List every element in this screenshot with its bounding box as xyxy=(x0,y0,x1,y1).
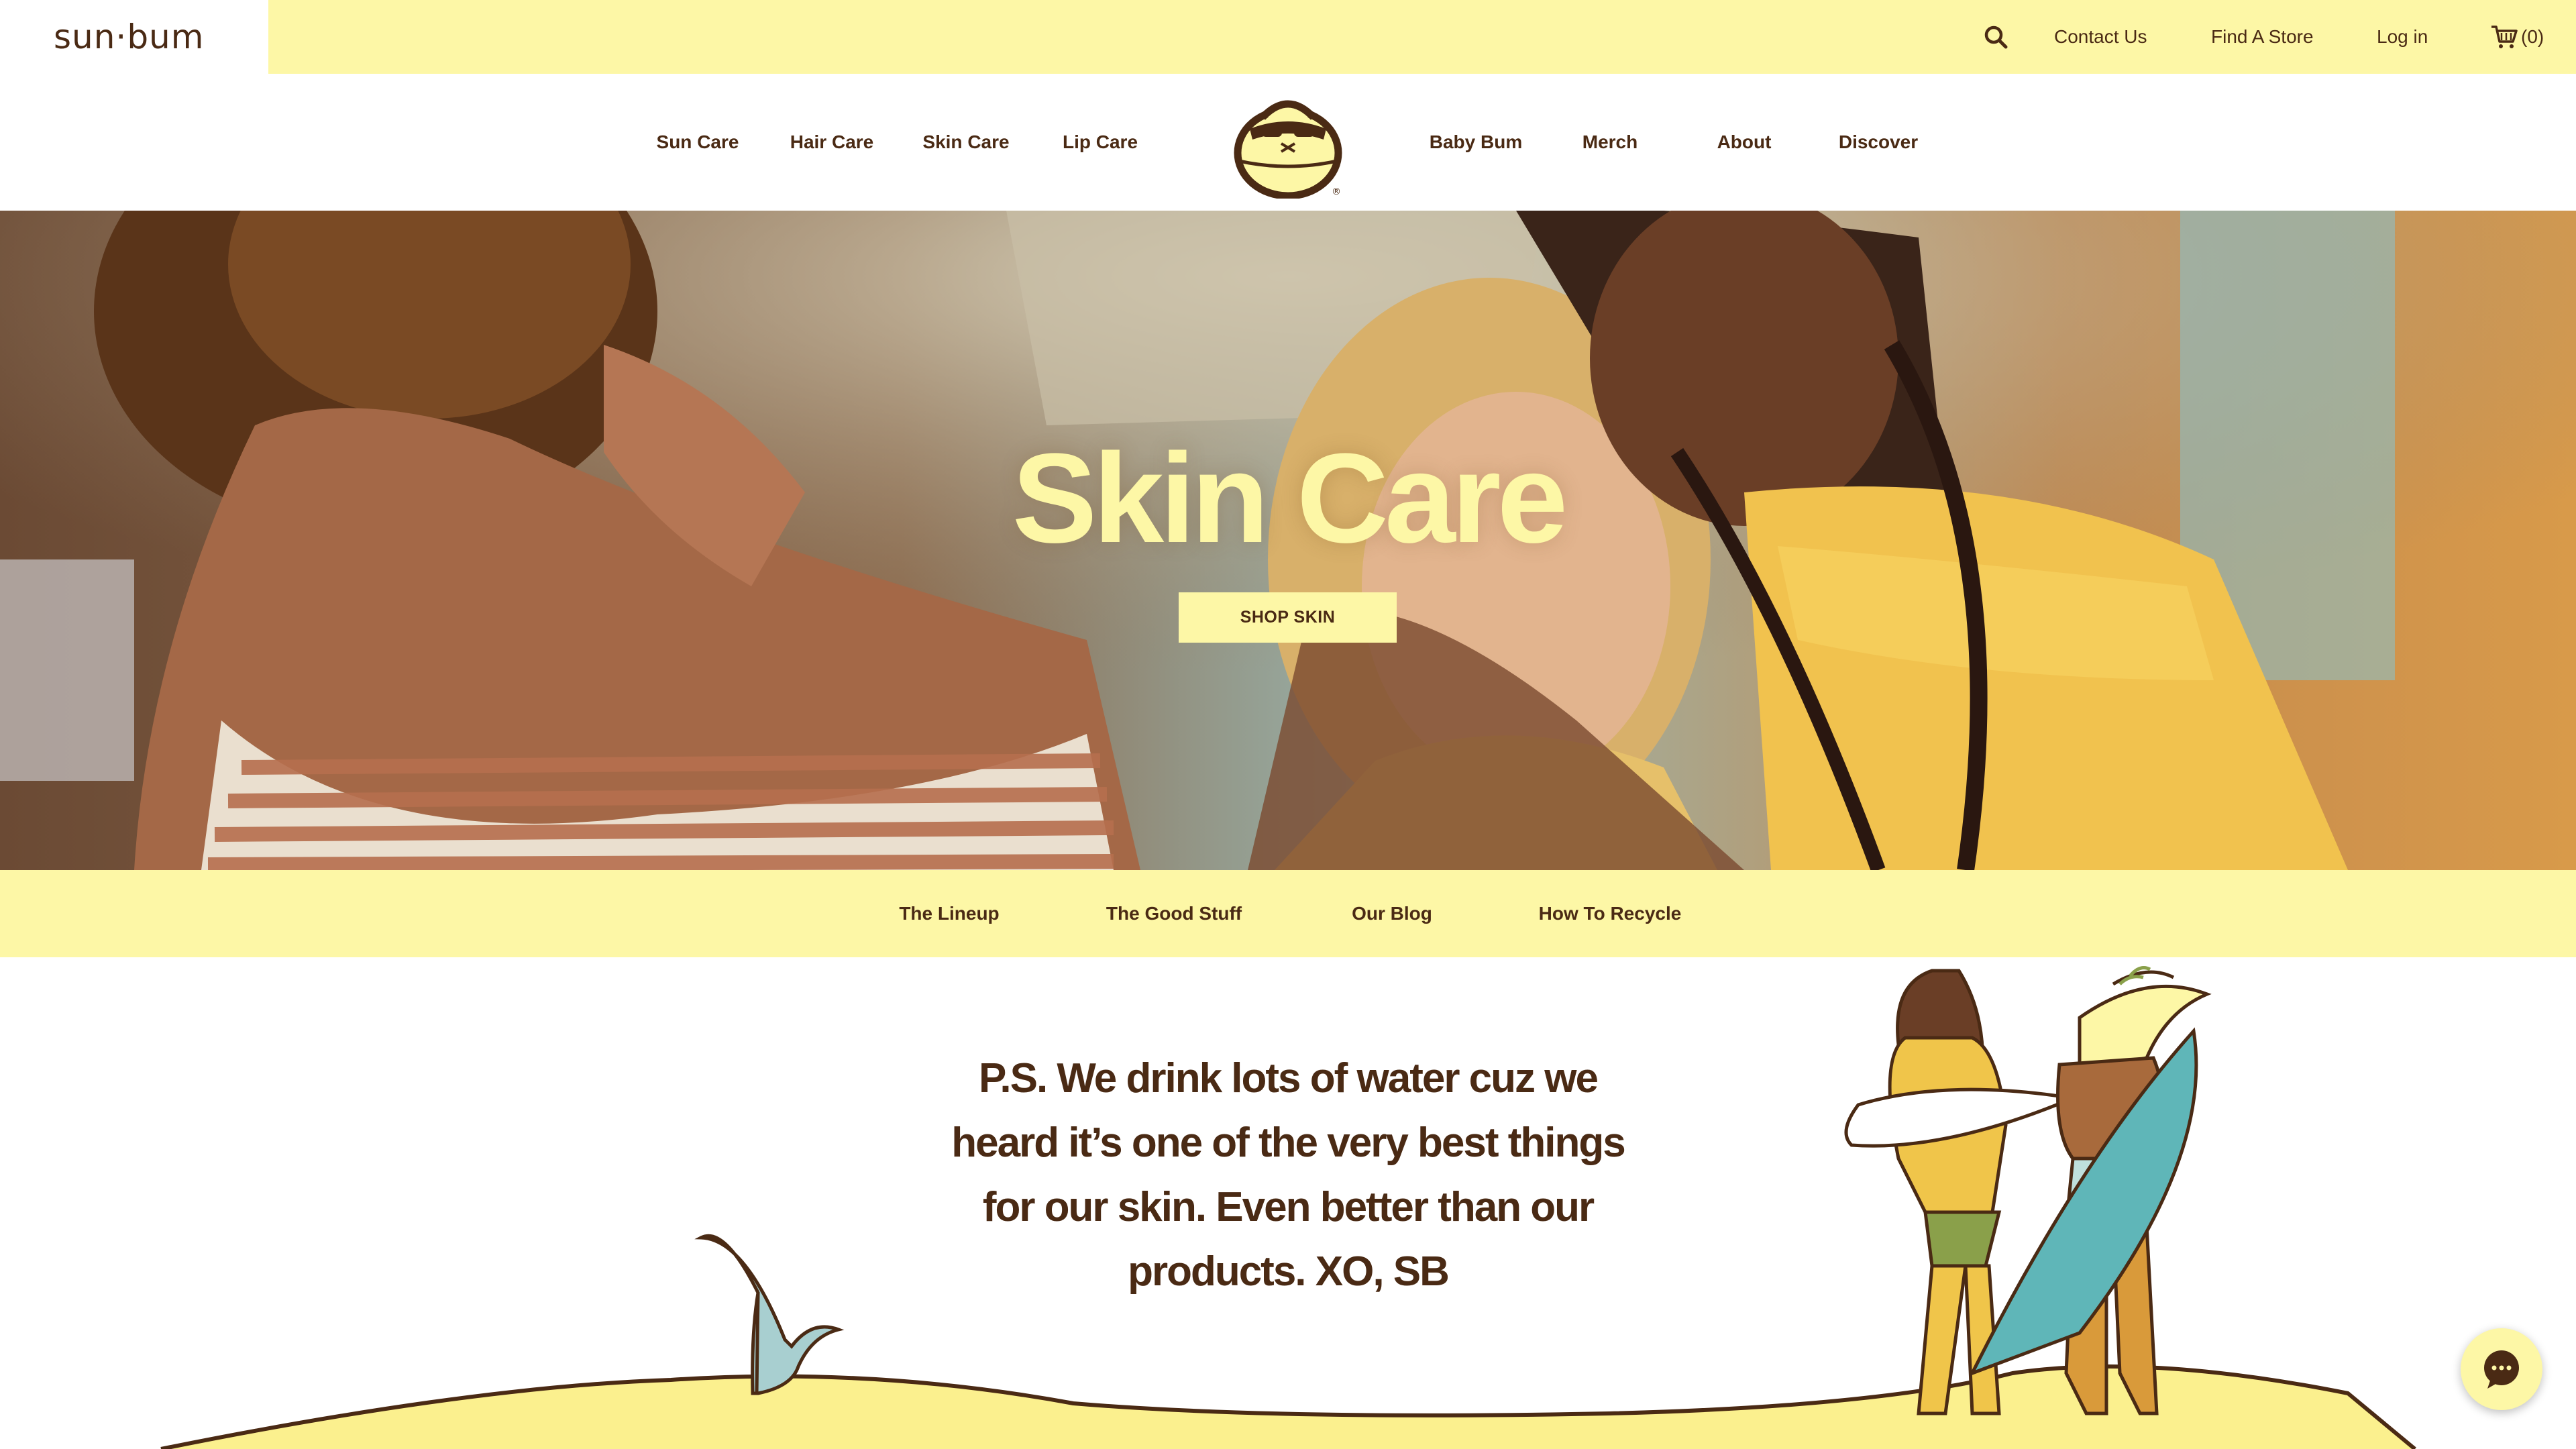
cart-count: (0) xyxy=(2521,26,2544,47)
nav-baby-bum[interactable]: Baby Bum xyxy=(1422,74,1529,211)
nav-discover[interactable]: Discover xyxy=(1825,74,1932,211)
subnav-our-blog[interactable]: Our Blog xyxy=(1332,870,1452,957)
nav-lip-care[interactable]: Lip Care xyxy=(1046,74,1154,211)
subnav-the-lineup[interactable]: The Lineup xyxy=(879,870,1020,957)
nav-merch[interactable]: Merch xyxy=(1556,74,1664,211)
main-nav: Sun Care Hair Care Skin Care Lip Care ® … xyxy=(0,74,2576,211)
hero-title: Skin Care xyxy=(1012,427,1568,570)
contact-us-link[interactable]: Contact Us xyxy=(2054,0,2147,74)
sub-nav: The Lineup The Good Stuff Our Blog How T… xyxy=(0,870,2576,957)
nav-hair-care[interactable]: Hair Care xyxy=(778,74,885,211)
top-bar: sun·bum Contact Us Find A Store Log in (… xyxy=(0,0,2576,74)
find-a-store-link[interactable]: Find A Store xyxy=(2211,0,2314,74)
quote-line: products. XO, SB xyxy=(1128,1248,1450,1295)
home-logo-link[interactable]: ® xyxy=(1231,87,1345,200)
nav-about[interactable]: About xyxy=(1690,74,1798,211)
quote-line: for our skin. Even better than our xyxy=(982,1184,1595,1230)
subnav-how-to-recycle[interactable]: How To Recycle xyxy=(1523,870,1697,957)
hero-banner: Skin Care SHOP SKIN xyxy=(0,211,2576,870)
chat-button[interactable] xyxy=(2461,1328,2542,1410)
cart-icon xyxy=(2491,25,2518,48)
search-button[interactable] xyxy=(1983,0,2008,74)
logo[interactable]: sun·bum xyxy=(0,0,268,74)
sonny-mascot-icon: ® xyxy=(1234,100,1342,200)
log-in-link[interactable]: Log in xyxy=(2377,0,2428,74)
nav-sun-care[interactable]: Sun Care xyxy=(644,74,751,211)
nav-skin-care[interactable]: Skin Care xyxy=(912,74,1020,211)
quote-line: P.S. We drink lots of water cuz we xyxy=(979,1055,1599,1102)
subnav-the-good-stuff[interactable]: The Good Stuff xyxy=(1093,870,1254,957)
skin-care-quote: P.S. We drink lots of water cuz we heard… xyxy=(892,1046,1684,1304)
cart-button[interactable]: (0) xyxy=(2490,0,2544,74)
quote-line: heard it’s one of the very best things xyxy=(951,1120,1625,1166)
shop-skin-button[interactable]: SHOP SKIN xyxy=(1179,592,1397,643)
brand-wordmark: sun·bum xyxy=(54,17,205,56)
svg-text:®: ® xyxy=(1332,186,1341,197)
utility-nav: Contact Us Find A Store Log in (0) xyxy=(268,0,2576,74)
search-icon xyxy=(1984,25,2008,49)
chat-bubble-icon xyxy=(2484,1350,2519,1389)
